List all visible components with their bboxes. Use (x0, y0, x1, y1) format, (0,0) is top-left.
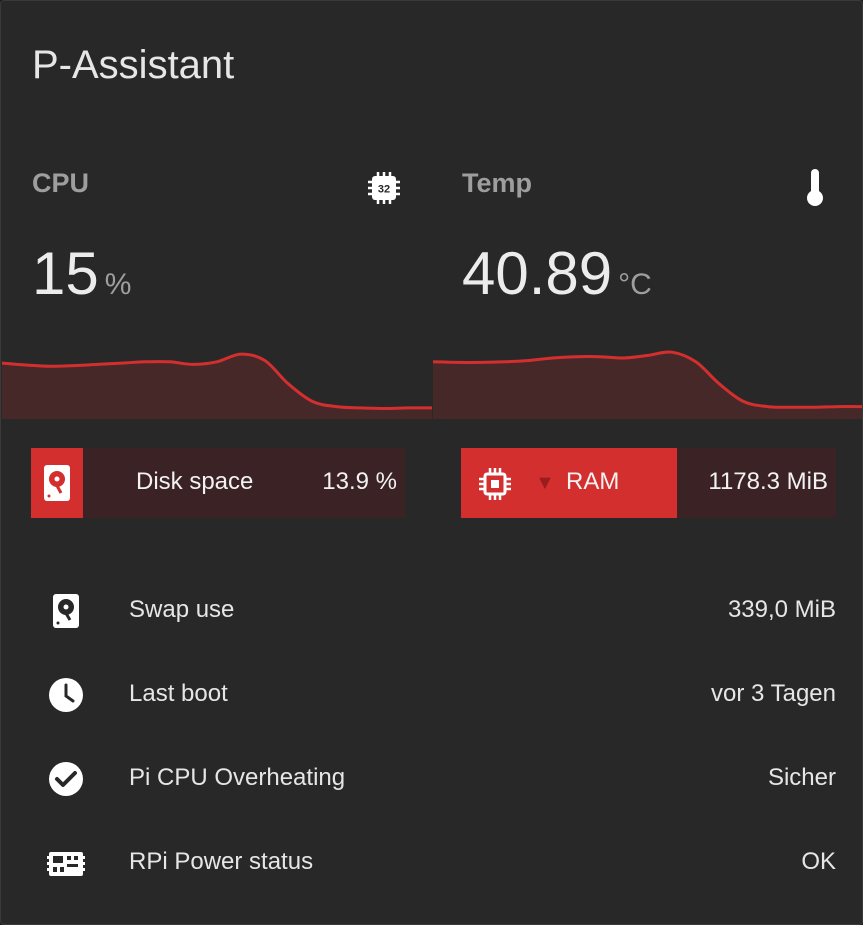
entity-row-swap[interactable]: Swap use 339,0 MiB (1, 580, 862, 640)
memory-chip-icon (479, 468, 511, 500)
ram-bar[interactable]: ▼ RAM 1178.3 MiB (461, 448, 836, 518)
disk-space-bar[interactable]: Disk space 13.9 % (31, 448, 405, 518)
ram-value: 1178.3 MiB (708, 468, 828, 495)
power-status-label: RPi Power status (129, 848, 314, 875)
ram-trend-down-icon: ▼ (535, 472, 555, 494)
cpu-unit: % (104, 268, 132, 301)
temp-label[interactable]: Temp (462, 168, 532, 199)
disk-space-label: Disk space (136, 468, 254, 495)
temp-number: 40.89 (462, 240, 613, 307)
system-monitor-card: P-Assistant CPU 32 15% Temp 40.89 °C Dis… (0, 0, 863, 925)
disk-space-value: 13.9 % (322, 468, 397, 495)
last-boot-label: Last boot (129, 680, 228, 707)
chip-32-icon: 32 (368, 172, 400, 204)
cpu-number: 15 (32, 240, 99, 307)
harddisk-icon (44, 465, 70, 501)
cpu-label[interactable]: CPU (32, 168, 89, 199)
clock-icon (49, 678, 83, 712)
temp-unit: °C (618, 268, 652, 301)
card-title: P-Assistant (32, 43, 235, 87)
harddisk-icon (53, 594, 79, 628)
raspberry-pi-board-icon (47, 852, 85, 876)
swap-use-label: Swap use (129, 596, 235, 623)
svg-text:32: 32 (378, 184, 390, 196)
ram-label: RAM (566, 468, 620, 495)
cpu-value: 15% (32, 239, 131, 308)
swap-use-value: 339,0 MiB (727, 596, 836, 623)
entity-row-power-status[interactable]: RPi Power status OK (1, 832, 862, 892)
thermometer-icon (807, 169, 823, 206)
check-circle-icon (49, 762, 83, 796)
cpu-history-graph[interactable] (2, 331, 432, 419)
power-status-value: OK (801, 848, 836, 875)
entity-row-last-boot[interactable]: Last boot vor 3 Tagen (1, 664, 862, 724)
temp-value: 40.89 °C (462, 239, 652, 308)
entity-row-overheating[interactable]: Pi CPU Overheating Sicher (1, 748, 862, 808)
temp-history-graph[interactable] (433, 331, 863, 419)
last-boot-value: vor 3 Tagen (711, 680, 836, 707)
overheating-label: Pi CPU Overheating (129, 764, 346, 791)
overheating-value: Sicher (767, 764, 836, 791)
